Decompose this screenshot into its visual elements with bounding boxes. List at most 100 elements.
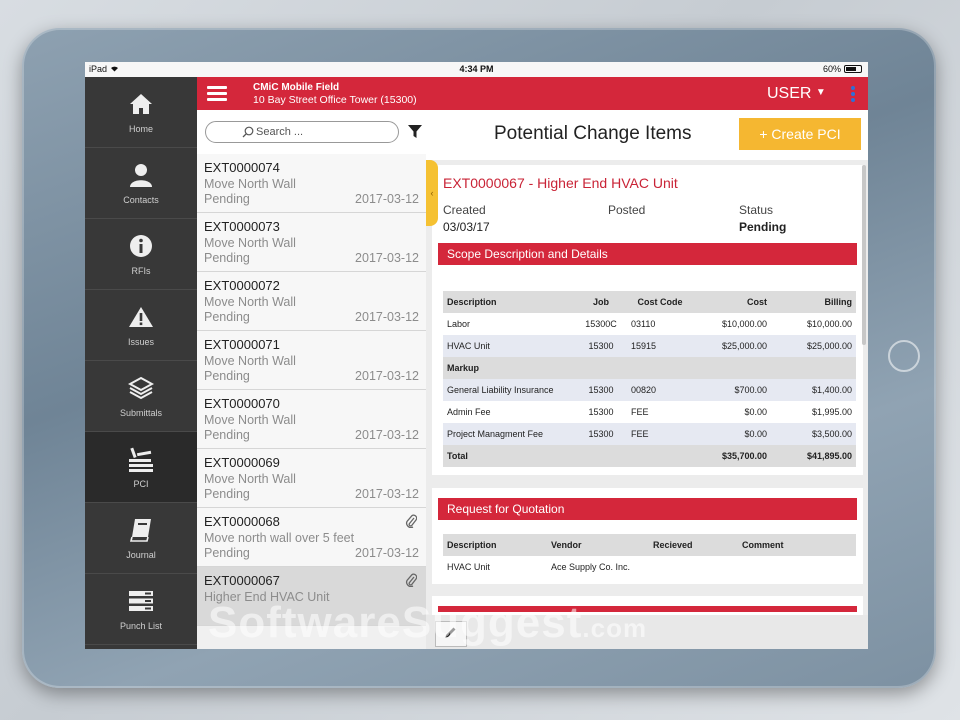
- cell-cost-code: 15915: [627, 335, 693, 357]
- status-value: Pending: [739, 220, 787, 234]
- sidebar-item-issues[interactable]: Issues: [85, 290, 197, 361]
- sidebar-item-journal[interactable]: Journal: [85, 503, 197, 574]
- app-title: CMiC Mobile Field: [253, 82, 340, 93]
- scope-section-header[interactable]: Scope Description and Details: [438, 243, 857, 265]
- sidebar-item-submittals[interactable]: Submittals: [85, 361, 197, 432]
- attachment-icon: [405, 573, 418, 592]
- list-item[interactable]: EXT0000068 Move north wall over 5 feet P…: [197, 508, 426, 567]
- list-item-desc: Move North Wall: [204, 295, 296, 309]
- sidebar-item-home[interactable]: Home: [85, 77, 197, 148]
- col-comment: Comment: [738, 534, 856, 556]
- list-item-desc: Move North Wall: [204, 472, 296, 486]
- layers-icon: [128, 374, 154, 402]
- rfq-table-header: Description Vendor Recieved Comment: [443, 534, 856, 556]
- list-item-date: 2017-03-12: [355, 310, 419, 324]
- hamburger-menu-icon[interactable]: [207, 86, 227, 102]
- app-screen: iPad 4:34 PM 60% Home Contacts RFIs Issu…: [85, 62, 868, 649]
- list-item[interactable]: EXT0000071 Move North Wall Pending 2017-…: [197, 331, 426, 390]
- posted-field: Posted: [608, 203, 645, 217]
- list-item-desc: Move North Wall: [204, 236, 296, 250]
- list-item-id: EXT0000074: [204, 160, 280, 175]
- cell-job: 15300C: [585, 319, 617, 329]
- table-row[interactable]: General Liability Insurance 15300 00820 …: [443, 379, 856, 401]
- list-item-status: Pending: [204, 428, 250, 442]
- list-item[interactable]: EXT0000072 Move North Wall Pending 2017-…: [197, 272, 426, 331]
- pci-list: EXT0000074 Move North Wall Pending 2017-…: [197, 154, 426, 626]
- table-row[interactable]: Labor 15300C 03110 $10,000.00 $10,000.00: [443, 313, 856, 335]
- list-item-date: 2017-03-12: [355, 251, 419, 265]
- user-menu[interactable]: USER ▼: [767, 85, 826, 103]
- detail-scroll-area[interactable]: EXT0000067 - Higher End HVAC Unit Create…: [426, 160, 868, 615]
- list-item-desc: Move north wall over 5 feet: [204, 531, 355, 545]
- attachment-icon: [405, 514, 418, 533]
- sidebar-item-label: Home: [128, 124, 153, 134]
- sidebar-item-label: Contacts: [123, 195, 159, 205]
- status-label: Status: [739, 203, 774, 217]
- list-item-id: EXT0000073: [204, 219, 280, 234]
- scope-table: Description Job Cost Code Cost Billing L…: [443, 291, 856, 467]
- filter-icon[interactable]: [408, 125, 422, 144]
- sidebar-item-contacts[interactable]: Contacts: [85, 148, 197, 219]
- list-item-date: 2017-03-12: [355, 192, 419, 206]
- pci-list-panel: Search ... EXT0000074 Move North Wall Pe…: [197, 110, 426, 649]
- cell-cost: $700.00: [693, 379, 771, 401]
- cell-cost: $0.00: [693, 423, 771, 445]
- search-placeholder: Search ...: [256, 126, 304, 138]
- cell-comment: [738, 556, 856, 578]
- list-item-desc: Move North Wall: [204, 413, 296, 427]
- sidebar-item-pci[interactable]: PCI: [85, 432, 197, 503]
- cell-cost-code: 03110: [631, 319, 656, 329]
- watermark-brand: SoftwareSuggest: [208, 598, 583, 647]
- cell-job: 15300: [575, 423, 627, 445]
- sidebar-item-punch-list[interactable]: Punch List: [85, 574, 197, 645]
- more-options-icon[interactable]: [851, 86, 856, 104]
- posted-label: Posted: [608, 203, 646, 217]
- list-item[interactable]: EXT0000073 Move North Wall Pending 2017-…: [197, 213, 426, 272]
- list-item[interactable]: EXT0000069 Move North Wall Pending 2017-…: [197, 449, 426, 508]
- rfq-table: Description Vendor Recieved Comment HVAC…: [443, 534, 856, 578]
- cell-description: Project Managment Fee: [443, 423, 575, 445]
- cell-cost-code: 00820: [627, 379, 693, 401]
- sidebar-item-rfis[interactable]: RFIs: [85, 219, 197, 290]
- cell-job: [575, 445, 627, 467]
- status-time: 4:34 PM: [459, 64, 494, 74]
- list-item[interactable]: EXT0000070 Move North Wall Pending 2017-…: [197, 390, 426, 449]
- project-name: 10 Bay Street Office Tower (15300): [253, 94, 417, 106]
- create-pci-button[interactable]: + Create PCI: [739, 118, 861, 150]
- status-bar: iPad 4:34 PM 60%: [85, 62, 868, 77]
- cell-cost-code: FEE: [627, 423, 693, 445]
- stack-icon: [128, 445, 154, 473]
- col-received: Recieved: [649, 534, 738, 556]
- user-label: USER: [767, 85, 812, 102]
- search-input[interactable]: Search ...: [205, 121, 399, 143]
- pci-reference-title: EXT0000067 - Higher End HVAC Unit: [443, 175, 678, 191]
- list-item-desc: Move North Wall: [204, 177, 296, 191]
- list-item[interactable]: EXT0000074 Move North Wall Pending 2017-…: [197, 154, 426, 213]
- list-icon: [128, 587, 154, 615]
- cell-section-label: Markup: [443, 357, 856, 379]
- pci-summary-card: EXT0000067 - Higher End HVAC Unit Create…: [432, 165, 863, 475]
- rfq-section-header[interactable]: Request for Quotation: [438, 498, 857, 520]
- table-row[interactable]: HVAC Unit Ace Supply Co. Inc.: [443, 556, 856, 578]
- person-icon: [129, 161, 153, 189]
- list-item-id: EXT0000072: [204, 278, 280, 293]
- detail-scrollbar[interactable]: [862, 165, 866, 345]
- table-row[interactable]: Admin Fee 15300 FEE $0.00 $1,995.00: [443, 401, 856, 423]
- table-row[interactable]: Project Managment Fee 15300 FEE $0.00 $3…: [443, 423, 856, 445]
- search-row: Search ...: [197, 110, 426, 154]
- ipad-home-button[interactable]: [888, 340, 920, 372]
- cell-total-cost: $35,700.00: [693, 445, 771, 467]
- table-row[interactable]: HVAC Unit 15300 15915 $25,000.00 $25,000…: [443, 335, 856, 357]
- col-vendor: Vendor: [547, 534, 649, 556]
- watermark-suffix: .com: [582, 613, 648, 643]
- collapse-list-handle[interactable]: ‹: [426, 160, 438, 226]
- cell-billing: $3,500.00: [771, 423, 856, 445]
- search-icon: [242, 126, 254, 141]
- created-field: Created 03/03/17: [443, 203, 490, 234]
- cell-cost-code: [627, 445, 693, 467]
- cell-description: HVAC Unit: [443, 335, 575, 357]
- sidebar-item-label: Journal: [126, 550, 156, 560]
- app-header: CMiC Mobile Field 10 Bay Street Office T…: [197, 77, 868, 110]
- cell-cost: $10,000.00: [721, 319, 767, 329]
- battery-icon: [844, 65, 862, 73]
